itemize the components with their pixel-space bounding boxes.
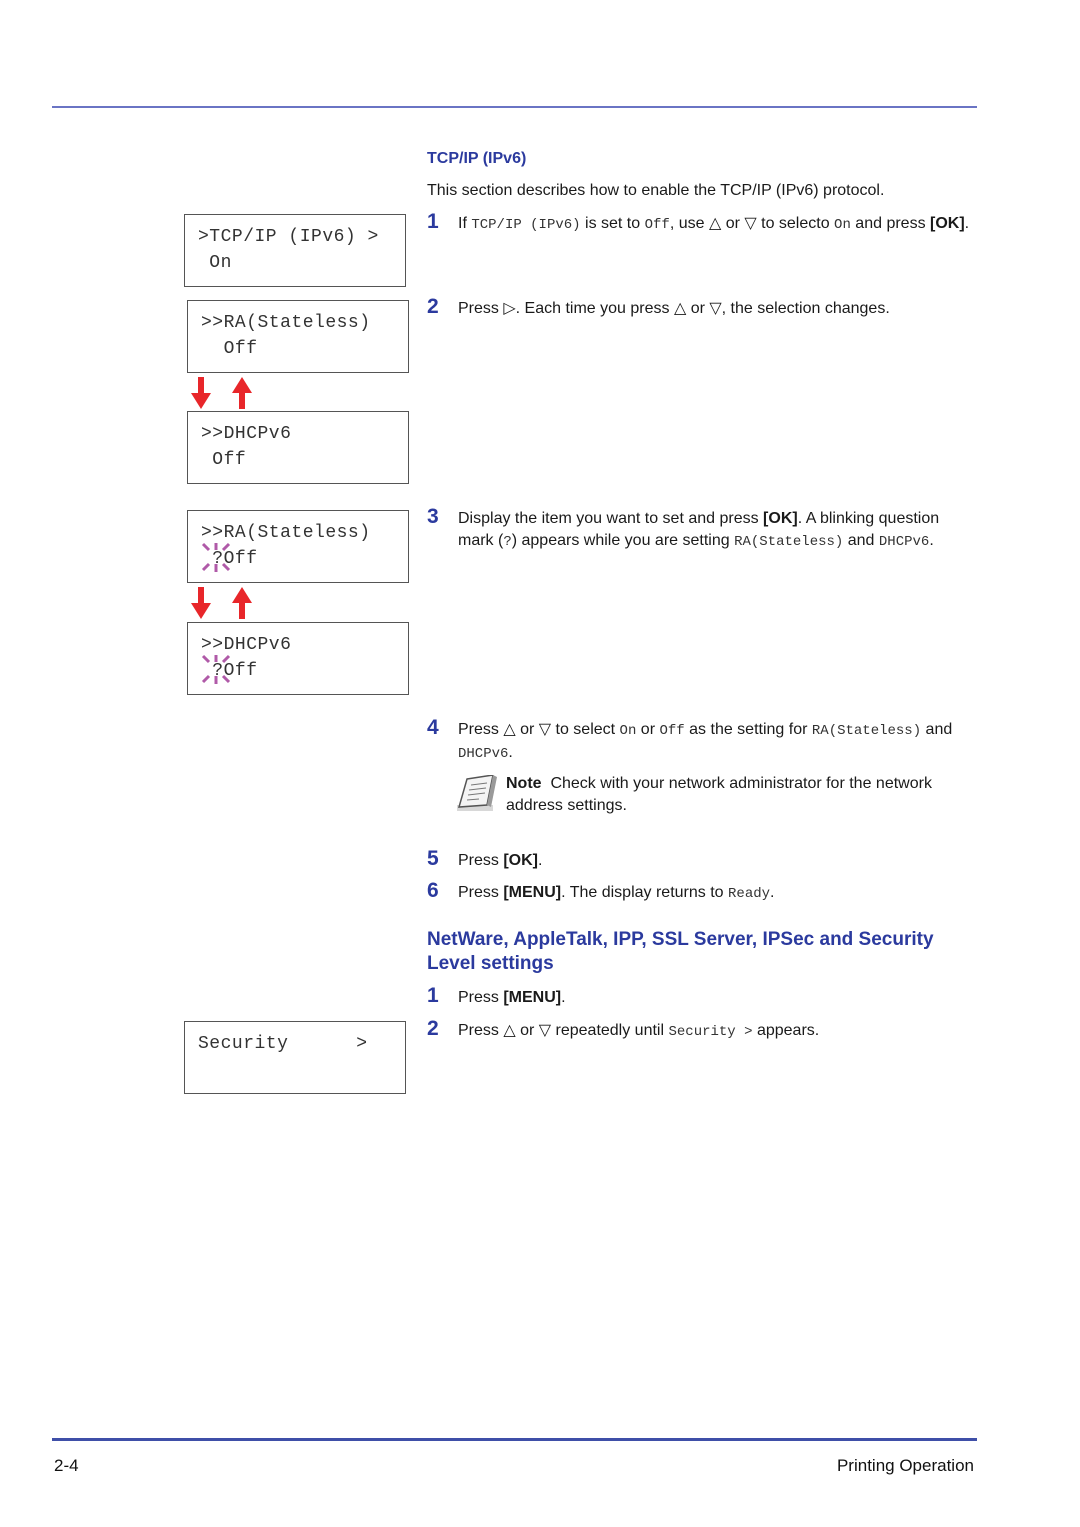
note-text: Note Check with your network administrat… <box>506 775 932 814</box>
chapter-title: Printing Operation <box>836 1456 974 1475</box>
lcd-panel-ra-stateless-editing: >>RA(Stateless) ?Off <box>187 510 409 583</box>
up-arrow-icon <box>232 377 252 409</box>
lcd-line-1: >>RA(Stateless) <box>201 523 371 543</box>
note-label: Note <box>506 775 542 792</box>
step-text: Press △ or ▽ to select On or Off as the … <box>458 721 953 762</box>
footer-rule <box>52 1438 977 1441</box>
step-number: 1 <box>427 210 439 233</box>
lcd-panel-ra-stateless: >>RA(Stateless) Off <box>187 300 409 373</box>
down-arrow-icon <box>191 587 211 619</box>
page-number: 2-4 <box>54 1456 79 1475</box>
lcd-panel-dhcpv6: >>DHCPv6 Off <box>187 411 409 484</box>
down-arrow-icon <box>191 377 211 409</box>
step-text: Press ▷. Each time you press △ or ▽, the… <box>458 300 890 317</box>
step-number: 3 <box>427 505 439 528</box>
lcd-panel-dhcpv6-editing: >>DHCPv6 ?Off <box>187 622 409 695</box>
step-text: Press [OK]. <box>458 852 543 869</box>
step-number: 2 <box>427 1017 439 1040</box>
step-number: 4 <box>427 716 439 739</box>
lcd-line-1: >>RA(Stateless) <box>201 313 371 333</box>
header-rule <box>52 106 977 108</box>
step-text: Press [MENU]. <box>458 989 566 1006</box>
step-number: 6 <box>427 879 439 902</box>
section-heading-tcpip: TCP/IP (IPv6) <box>427 150 527 167</box>
lcd-line-1: >>DHCPv6 <box>201 424 292 444</box>
lcd-panel-tcpip: >TCP/IP (IPv6) > On <box>184 214 406 287</box>
lcd-line-2: Off <box>201 450 247 470</box>
step-text: Press △ or ▽ repeatedly until Security >… <box>458 1022 820 1040</box>
blinking-cursor-icon <box>201 654 231 684</box>
lcd-panel-security: Security > <box>184 1021 406 1094</box>
lcd-line-2: On <box>198 253 232 273</box>
lcd-line-1: >TCP/IP (IPv6) > <box>198 227 379 247</box>
step-text: Display the item you want to set and pre… <box>458 510 940 550</box>
step-number: 2 <box>427 295 439 318</box>
lcd-line-2: Off <box>201 339 258 359</box>
step-text: If TCP/IP (IPv6) is set to Off, use △ or… <box>458 215 970 233</box>
lcd-line-1: >>DHCPv6 <box>201 635 292 655</box>
step-number: 1 <box>427 984 439 1007</box>
up-arrow-icon <box>232 587 252 619</box>
section-heading-netware-security: NetWare, AppleTalk, IPP, SSL Server, IPS… <box>427 929 934 974</box>
section-intro: This section describes how to enable the… <box>427 182 885 199</box>
blinking-cursor-icon <box>201 542 231 572</box>
note-paper-icon <box>457 775 497 811</box>
lcd-line-1: Security > <box>198 1034 368 1054</box>
step-number: 5 <box>427 847 439 870</box>
step-text: Press [MENU]. The display returns to Rea… <box>458 884 775 902</box>
